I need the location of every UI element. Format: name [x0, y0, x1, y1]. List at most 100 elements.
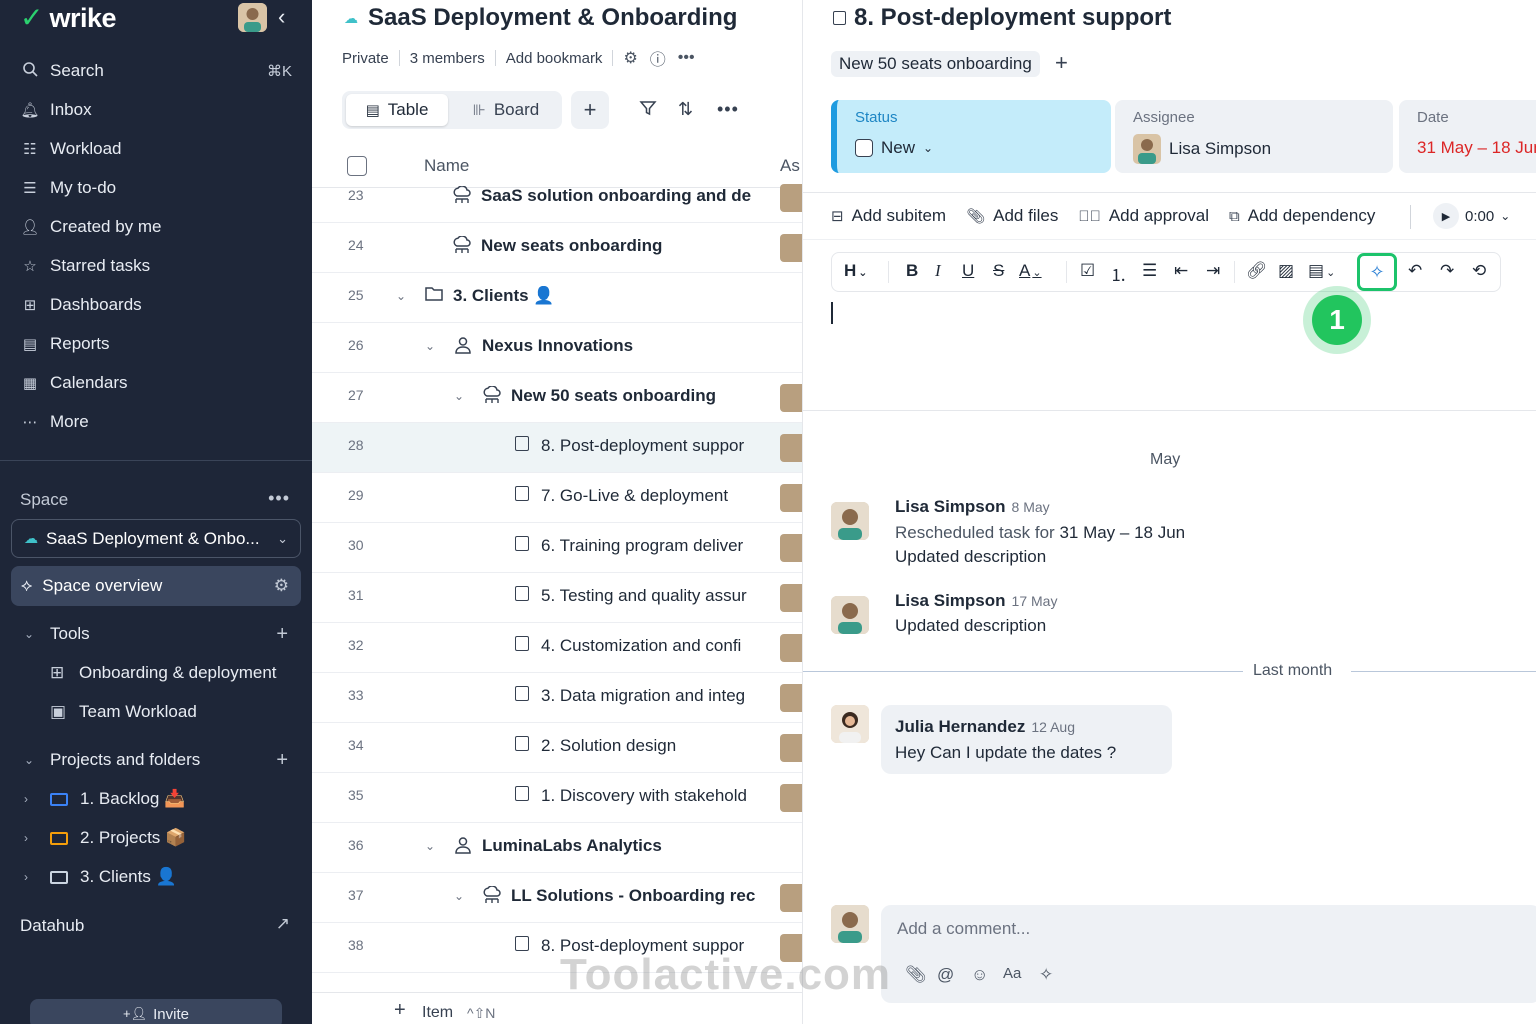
project-title-text[interactable]: SaaS Deployment & Onboarding: [368, 4, 737, 32]
nav-search[interactable]: Search ⌘K: [0, 53, 312, 89]
table-row[interactable]: 28 8. Post-deployment suppor: [312, 423, 802, 473]
nav-inbox[interactable]: 🔔︎ Inbox: [0, 92, 312, 128]
add-tool-icon[interactable]: +: [276, 623, 288, 646]
bullet-list-icon[interactable]: ☰: [1142, 261, 1157, 281]
nav-starred-tasks[interactable]: ☆ Starred tasks: [0, 248, 312, 284]
date-field[interactable]: Date 31 May – 18 Jun: [1399, 100, 1536, 173]
avatar[interactable]: [780, 484, 802, 512]
row-name[interactable]: LuminaLabs Analytics: [482, 836, 777, 856]
row-name[interactable]: Nexus Innovations: [482, 336, 777, 356]
table-row[interactable]: 35 1. Discovery with stakehold: [312, 773, 802, 823]
more-icon[interactable]: •••: [717, 99, 739, 120]
tool-team-workload[interactable]: ▣ Team Workload: [0, 695, 312, 729]
invite-button[interactable]: +👤︎ Invite: [30, 999, 282, 1024]
avatar[interactable]: [780, 434, 802, 462]
avatar[interactable]: [780, 734, 802, 762]
row-name[interactable]: SaaS solution onboarding and de: [481, 186, 777, 206]
underline-button[interactable]: U: [962, 261, 974, 281]
space-menu-icon[interactable]: •••: [268, 488, 290, 509]
table-row[interactable]: 37 ⌄ LL Solutions - Onboarding rec: [312, 873, 802, 923]
nav-reports[interactable]: ▤ Reports: [0, 326, 312, 362]
filter-icon[interactable]: [639, 99, 657, 122]
row-name[interactable]: LL Solutions - Onboarding rec: [511, 886, 777, 906]
tool-onboarding-deployment[interactable]: ⊞ Onboarding & deployment: [0, 656, 312, 690]
outdent-icon[interactable]: ⇤: [1174, 261, 1188, 281]
nav-more[interactable]: ⋯ More: [0, 404, 312, 440]
comment-input[interactable]: Add a comment... 📎︎ @ ☺ Aa ✧: [881, 905, 1536, 1003]
avatar[interactable]: [780, 234, 802, 262]
nav-dashboards[interactable]: ⊞ Dashboards: [0, 287, 312, 323]
table-row[interactable]: 24 New seats onboarding: [312, 223, 802, 273]
add-files-button[interactable]: 📎︎ Add files: [966, 206, 1058, 226]
avatar[interactable]: [780, 684, 802, 712]
collapse-sidebar-icon[interactable]: ‹: [278, 4, 285, 30]
chevron-down-icon[interactable]: ⌄: [425, 339, 435, 353]
chevron-down-icon[interactable]: ⌄: [425, 839, 435, 853]
link-icon[interactable]: 🔗︎: [1246, 261, 1268, 281]
row-name[interactable]: New seats onboarding: [481, 236, 777, 256]
undo-icon[interactable]: ↶: [1408, 261, 1422, 281]
heading-button[interactable]: H ⌄: [844, 261, 868, 281]
paperclip-icon[interactable]: 📎︎: [905, 965, 927, 985]
table-row[interactable]: 23 SaaS solution onboarding and de: [312, 173, 802, 223]
sort-icon[interactable]: ⇅: [678, 99, 693, 120]
table-row[interactable]: 36 ⌄ LuminaLabs Analytics: [312, 823, 802, 873]
text-format-icon[interactable]: Aa: [1003, 965, 1021, 982]
tab-board[interactable]: ⊪ Board: [454, 94, 558, 126]
datahub-link[interactable]: Datahub: [20, 916, 84, 936]
time-tracker[interactable]: ▶ 0:00 ⌄: [1433, 203, 1510, 229]
comment-bubble[interactable]: Julia Hernandez 12 Aug Hey Can I update t…: [881, 705, 1172, 774]
table-row[interactable]: 27 ⌄ New 50 seats onboarding: [312, 373, 802, 423]
avatar[interactable]: [780, 584, 802, 612]
add-bookmark-link[interactable]: Add bookmark: [506, 50, 603, 67]
privacy-label[interactable]: Private: [342, 50, 389, 67]
space-selector[interactable]: ☁ SaaS Deployment & Onbo... ⌄: [11, 519, 301, 558]
table-row[interactable]: 31 5. Testing and quality assur: [312, 573, 802, 623]
space-overview-item[interactable]: ⟡ Space overview ⚙: [11, 566, 301, 606]
folder-backlog[interactable]: › 1. Backlog 📥: [0, 782, 312, 816]
emoji-icon[interactable]: ☺: [971, 965, 988, 985]
table-row[interactable]: 32 4. Customization and confi: [312, 623, 802, 673]
table-row[interactable]: 30 6. Training program deliver: [312, 523, 802, 573]
sparkle-icon[interactable]: ✧: [1039, 965, 1053, 985]
row-name[interactable]: New 50 seats onboarding: [511, 386, 777, 406]
add-approval-button[interactable]: ✓⃝ Add approval: [1078, 206, 1209, 226]
chevron-down-icon[interactable]: ⌄: [454, 889, 464, 903]
bold-button[interactable]: B: [906, 261, 918, 281]
table-row[interactable]: 25 ⌄ 3. Clients 👤: [312, 273, 802, 323]
numbered-list-icon[interactable]: ⒈: [1110, 261, 1127, 286]
checklist-icon[interactable]: ☑: [1080, 261, 1095, 281]
table-row[interactable]: 33 3. Data migration and integ: [312, 673, 802, 723]
table-row[interactable]: 34 2. Solution design: [312, 723, 802, 773]
nav-my-todo[interactable]: ☰ My to-do: [0, 170, 312, 206]
table-row[interactable]: 26 ⌄ Nexus Innovations: [312, 323, 802, 373]
projects-section[interactable]: ⌄ Projects and folders +: [0, 743, 312, 777]
folder-clients[interactable]: › 3. Clients 👤: [0, 860, 312, 894]
gear-icon[interactable]: ⚙: [274, 576, 289, 596]
parent-tag[interactable]: New 50 seats onboarding: [831, 51, 1040, 77]
row-name[interactable]: 7. Go-Live & deployment: [541, 486, 777, 506]
chevron-down-icon[interactable]: ⌄: [396, 289, 406, 303]
avatar[interactable]: [780, 884, 802, 912]
user-avatar[interactable]: [238, 3, 267, 32]
avatar[interactable]: [780, 784, 802, 812]
row-name[interactable]: 1. Discovery with stakehold: [541, 786, 777, 806]
tab-table[interactable]: ▤ Table: [346, 94, 448, 126]
avatar[interactable]: [780, 384, 802, 412]
complete-checkbox[interactable]: [855, 139, 873, 157]
row-name[interactable]: 3. Clients 👤: [453, 286, 777, 306]
row-name[interactable]: 2. Solution design: [541, 736, 777, 756]
image-icon[interactable]: ▨: [1278, 261, 1294, 281]
activity-author[interactable]: Lisa Simpson 8 May: [895, 497, 1050, 517]
folder-projects[interactable]: › 2. Projects 📦: [0, 821, 312, 855]
history-icon[interactable]: ⟲: [1472, 261, 1486, 281]
row-name[interactable]: 4. Customization and confi: [541, 636, 777, 656]
ai-assist-button[interactable]: ✧: [1357, 253, 1397, 291]
avatar[interactable]: [780, 184, 802, 212]
strikethrough-button[interactable]: S: [993, 261, 1004, 281]
more-icon[interactable]: •••: [678, 49, 695, 67]
text-color-button[interactable]: A ⌄: [1019, 261, 1042, 281]
info-icon[interactable]: ⓘ: [650, 46, 666, 70]
add-dependency-button[interactable]: ⧉ Add dependency: [1229, 206, 1375, 226]
chevron-down-icon[interactable]: ⌄: [454, 389, 464, 403]
